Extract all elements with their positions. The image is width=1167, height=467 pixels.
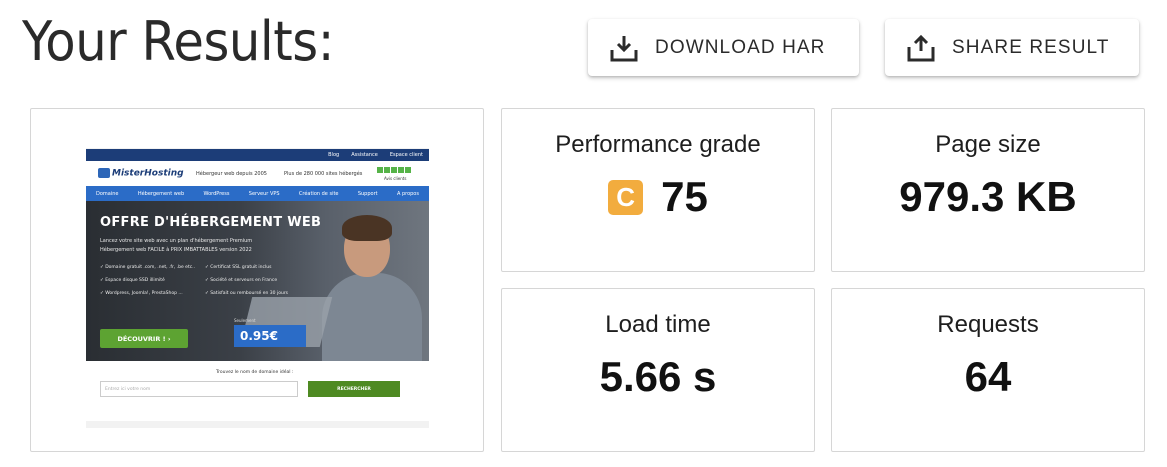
page-size-card: Page size 979.3 KB — [831, 108, 1145, 272]
performance-grade-label: Performance grade — [555, 131, 761, 158]
thumb-topbar-link: Blog — [328, 152, 340, 158]
download-icon — [610, 35, 638, 61]
thumb-nav-item: A propos — [396, 190, 419, 197]
thumb-price: 0.95€ — [234, 325, 306, 347]
thumb-tagline: Hébergeur web depuis 2005 — [196, 171, 267, 177]
download-har-label: DOWNLOAD HAR — [655, 36, 826, 58]
performance-grade-card: Performance grade C 75 — [501, 108, 815, 272]
thumb-header: MisterHosting Hébergeur web depuis 2005 … — [86, 161, 429, 186]
thumb-feature: Certificat SSL gratuit inclus — [205, 265, 310, 270]
requests-label: Requests — [937, 311, 1039, 338]
thumb-price-label: Seulement — [234, 318, 256, 323]
thumb-tagline-2: Plus de 280 000 sites hébergés — [284, 171, 363, 177]
thumb-nav-item: Création de site — [298, 190, 339, 197]
thumb-feature: Wordpress, Joomla!, PrestaShop ... — [100, 291, 205, 296]
page-title: Your Results: — [22, 10, 334, 73]
thumb-review-stars — [377, 167, 411, 173]
thumb-search-label: Trouvez le nom de domaine idéal : — [216, 370, 294, 375]
requests-card: Requests 64 — [831, 288, 1145, 452]
thumb-topbar-link: Espace client — [389, 152, 423, 158]
thumb-hero-title: OFFRE D'HÉBERGEMENT WEB — [100, 215, 322, 230]
load-time-label: Load time — [605, 311, 711, 338]
thumb-topbar: Blog Assistance Espace client — [86, 149, 429, 161]
thumb-nav-item: WordPress — [203, 190, 230, 197]
thumb-reviews-label: Avis clients — [384, 176, 407, 181]
thumb-logo: MisterHosting — [98, 168, 184, 179]
share-result-button[interactable]: SHARE RESULT — [885, 19, 1139, 76]
thumb-search-button: RECHERCHER — [308, 381, 400, 397]
page-size-label: Page size — [935, 131, 1041, 158]
thumb-nav-item: Serveur VPS — [248, 190, 280, 197]
performance-score: 75 — [661, 173, 708, 220]
requests-value: 64 — [964, 353, 1012, 400]
load-time-value: 5.66 s — [599, 353, 717, 400]
thumb-cta-label: DÉCOUVRIR ! — [117, 334, 166, 343]
thumb-nav-item: Support — [357, 190, 378, 197]
thumb-domain-search: Trouvez le nom de domaine idéal : Entrez… — [86, 361, 429, 421]
grade-badge: C — [608, 179, 644, 215]
thumb-feature: Espace disque SSD illimité — [100, 278, 205, 283]
share-result-label: SHARE RESULT — [952, 36, 1110, 58]
thumb-feature: Satisfait ou remboursé en 30 jours — [205, 291, 310, 296]
page-screenshot-thumbnail[interactable]: Blog Assistance Espace client MisterHost… — [86, 132, 429, 428]
thumb-feature: Domaine gratuit .com, .net, .fr, .be etc… — [100, 265, 205, 270]
share-icon — [907, 34, 935, 61]
thumb-hero-text: Lancez votre site web avec un plan d'héb… — [100, 238, 253, 253]
thumb-search-input: Entrez ici votre nom — [100, 381, 298, 397]
chevron-right-icon: › — [167, 334, 171, 343]
thumb-hero: OFFRE D'HÉBERGEMENT WEB Lancez votre sit… — [86, 201, 429, 361]
thumb-feature-list: Domaine gratuit .com, .net, .fr, .be etc… — [100, 265, 310, 296]
thumb-nav-item: Domaine — [96, 190, 119, 197]
thumb-brand: MisterHosting — [112, 168, 184, 179]
thumb-nav-item: Hébergement web — [137, 190, 185, 197]
load-time-card: Load time 5.66 s — [501, 288, 815, 452]
thumb-nav: Domaine Hébergement web WordPress Serveu… — [86, 186, 429, 201]
download-har-button[interactable]: DOWNLOAD HAR — [588, 19, 859, 76]
thumb-feature: Société et serveurs en France — [205, 278, 310, 283]
page-screenshot-card: Blog Assistance Espace client MisterHost… — [30, 108, 484, 452]
thumb-person-image — [318, 211, 422, 361]
brand-logo-icon — [98, 168, 110, 178]
thumb-browser-strip — [86, 132, 429, 148]
thumb-topbar-link: Assistance — [351, 152, 378, 158]
page-size-value: 979.3 KB — [899, 173, 1077, 220]
thumb-cta-button: DÉCOUVRIR ! › — [100, 329, 188, 348]
